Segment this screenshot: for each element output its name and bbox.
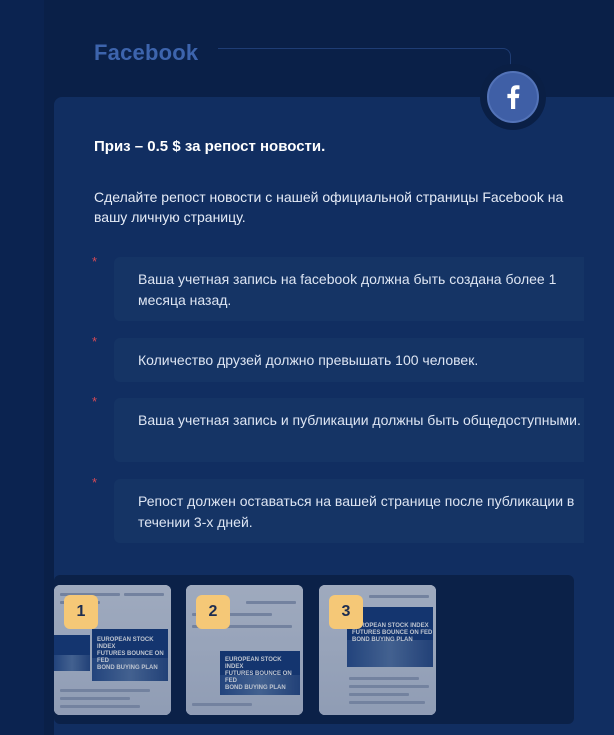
bullet-marker: * (92, 475, 98, 490)
bullet-marker: * (92, 394, 98, 409)
screenshot-thumbnail-1[interactable]: EUROPEAN STOCK INDEX FUTURES BOUNCE ON F… (54, 585, 171, 715)
screenshot-thumbnail-2[interactable]: EUROPEAN STOCK INDEX FUTURES BOUNCE ON F… (186, 585, 303, 715)
requirement-item: Ваша учетная запись и публикации должны … (114, 398, 584, 462)
thumbnail-number-badge: 3 (329, 595, 363, 629)
screenshot-thumbnail-3[interactable]: EUROPEAN STOCK INDEX FUTURES BOUNCE ON F… (319, 585, 436, 715)
bullet-marker: * (92, 334, 98, 349)
facebook-f-glyph (507, 85, 520, 109)
requirement-item: Ваша учетная запись на facebook должна б… (114, 257, 584, 321)
requirement-item: Количество друзей должно превышать 100 ч… (114, 338, 584, 382)
facebook-icon (487, 71, 539, 123)
page: Facebook Приз – 0.5 $ за репост новости.… (0, 0, 614, 735)
thumbnail-number-badge: 2 (196, 595, 230, 629)
card-bottom-strip (54, 728, 614, 735)
header-divider (218, 48, 511, 67)
thumbnail-number-badge: 1 (64, 595, 98, 629)
requirement-item: Репост должен оставаться на вашей страни… (114, 479, 584, 543)
prize-text: Приз – 0.5 $ за репост новости. (94, 138, 326, 155)
bullet-marker: * (92, 254, 98, 269)
instruction-text: Сделайте репост новости с нашей официаль… (94, 189, 564, 225)
section-title: Facebook (94, 40, 199, 65)
